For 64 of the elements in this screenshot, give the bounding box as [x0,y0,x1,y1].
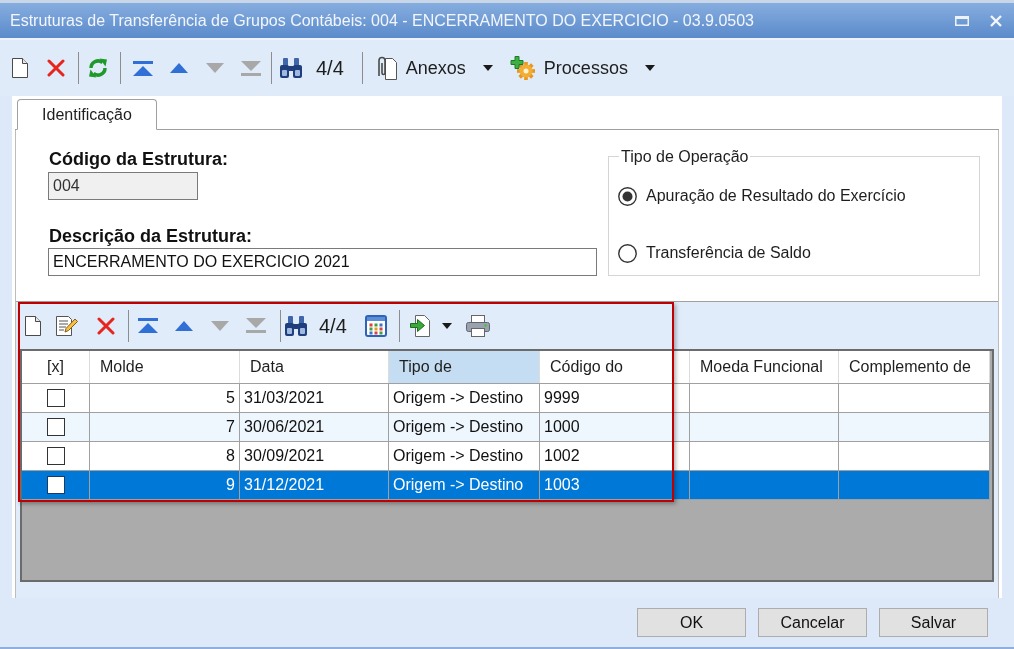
page-pencil-icon[interactable] [56,315,78,336]
table-row[interactable]: 5 31/03/2021 Origem -> Destino 9999 [22,384,990,413]
table-cell-text: 1002 [544,446,580,466]
table-cell-text: Origem -> Destino [393,446,524,466]
close-icon[interactable] [990,14,1002,27]
menu-button[interactable]: Anexos [375,53,493,83]
window-title: Estruturas de Transferência de Grupos Contábeis: 004 - ENCERRAMENTO DO EXERCICIO - 03.9.0503 [10,10,754,31]
table-row[interactable]: 9 31/12/2021 Origem -> Destino 1003 [22,471,990,500]
menu-button[interactable]: Processos [509,53,655,83]
table-cell-text: 5 [226,388,235,408]
page-arrow-icon[interactable] [409,314,430,337]
checkbox[interactable] [46,389,65,407]
table-row[interactable]: 8 30/09/2021 Origem -> Destino 1002 [22,442,990,471]
triangle-up-bar-icon[interactable] [138,318,158,333]
blank-page-icon[interactable] [25,315,41,336]
blank-page-icon[interactable] [12,58,28,78]
table-cell-text: 9 [226,475,235,495]
table-cell-text: 8 [226,446,235,466]
table-cell-text: 31/03/2021 [244,388,325,408]
table-cell-text: Origem -> Destino [393,475,524,495]
paperclip-page-icon [375,56,397,80]
dialog-button[interactable]: OK [637,608,746,637]
checkbox[interactable] [46,476,65,494]
table-row[interactable]: 7 30/06/2021 Origem -> Destino 1000 [22,413,990,442]
table-cell-text: 1003 [544,475,580,495]
caret-icon[interactable] [441,322,452,329]
table-cell-text: Origem -> Destino [393,388,524,408]
delete-icon[interactable] [47,59,65,77]
table-cell-text: Origem -> Destino [393,417,524,437]
grid-dots-icon[interactable] [364,314,387,337]
printer-icon[interactable] [465,314,490,337]
refresh-icon[interactable] [87,57,109,79]
radio-button[interactable] [618,243,637,263]
table-cell-text: 9999 [544,388,580,408]
record-counter: 4/4 [319,313,347,339]
group-title: Tipo de Operação [620,148,750,165]
delete-icon[interactable] [97,316,115,335]
column-header[interactable]: Tipo de [389,351,540,383]
field-label: Código da Estrutura: [48,148,228,170]
gear-plus-icon [509,56,535,80]
triangle-up-icon[interactable] [170,63,188,73]
caret-icon[interactable] [644,65,655,71]
table-cell-text: 7 [226,417,235,437]
binoculars-icon[interactable] [285,315,307,336]
tab[interactable]: Identificação [17,99,157,130]
table-cell-text: 30/09/2021 [244,446,325,466]
record-counter: 4/4 [316,56,344,81]
table-cell-text: 1000 [544,417,580,437]
radio-label[interactable]: Apuração de Resultado do Exercício [646,184,906,208]
field-label: Descrição da Estrutura: [48,225,253,247]
text-field[interactable]: ENCERRAMENTO DO EXERCICIO 2021 [48,248,597,276]
dialog-button[interactable]: Salvar [879,608,988,637]
triangle-up-bar-icon[interactable] [133,60,153,76]
checkbox[interactable] [46,418,65,436]
dialog-button[interactable]: Cancelar [758,608,867,637]
table-cell-text: 30/06/2021 [244,417,325,437]
restore-icon[interactable] [955,15,969,26]
radio-label[interactable]: Transferência de Saldo [646,241,811,265]
binoculars-icon[interactable] [280,58,302,78]
triangle-up-icon[interactable] [175,320,193,331]
table-cell-text: 31/12/2021 [244,475,325,495]
checkbox[interactable] [46,447,65,465]
radio-button[interactable] [618,186,637,206]
caret-icon[interactable] [482,65,493,71]
